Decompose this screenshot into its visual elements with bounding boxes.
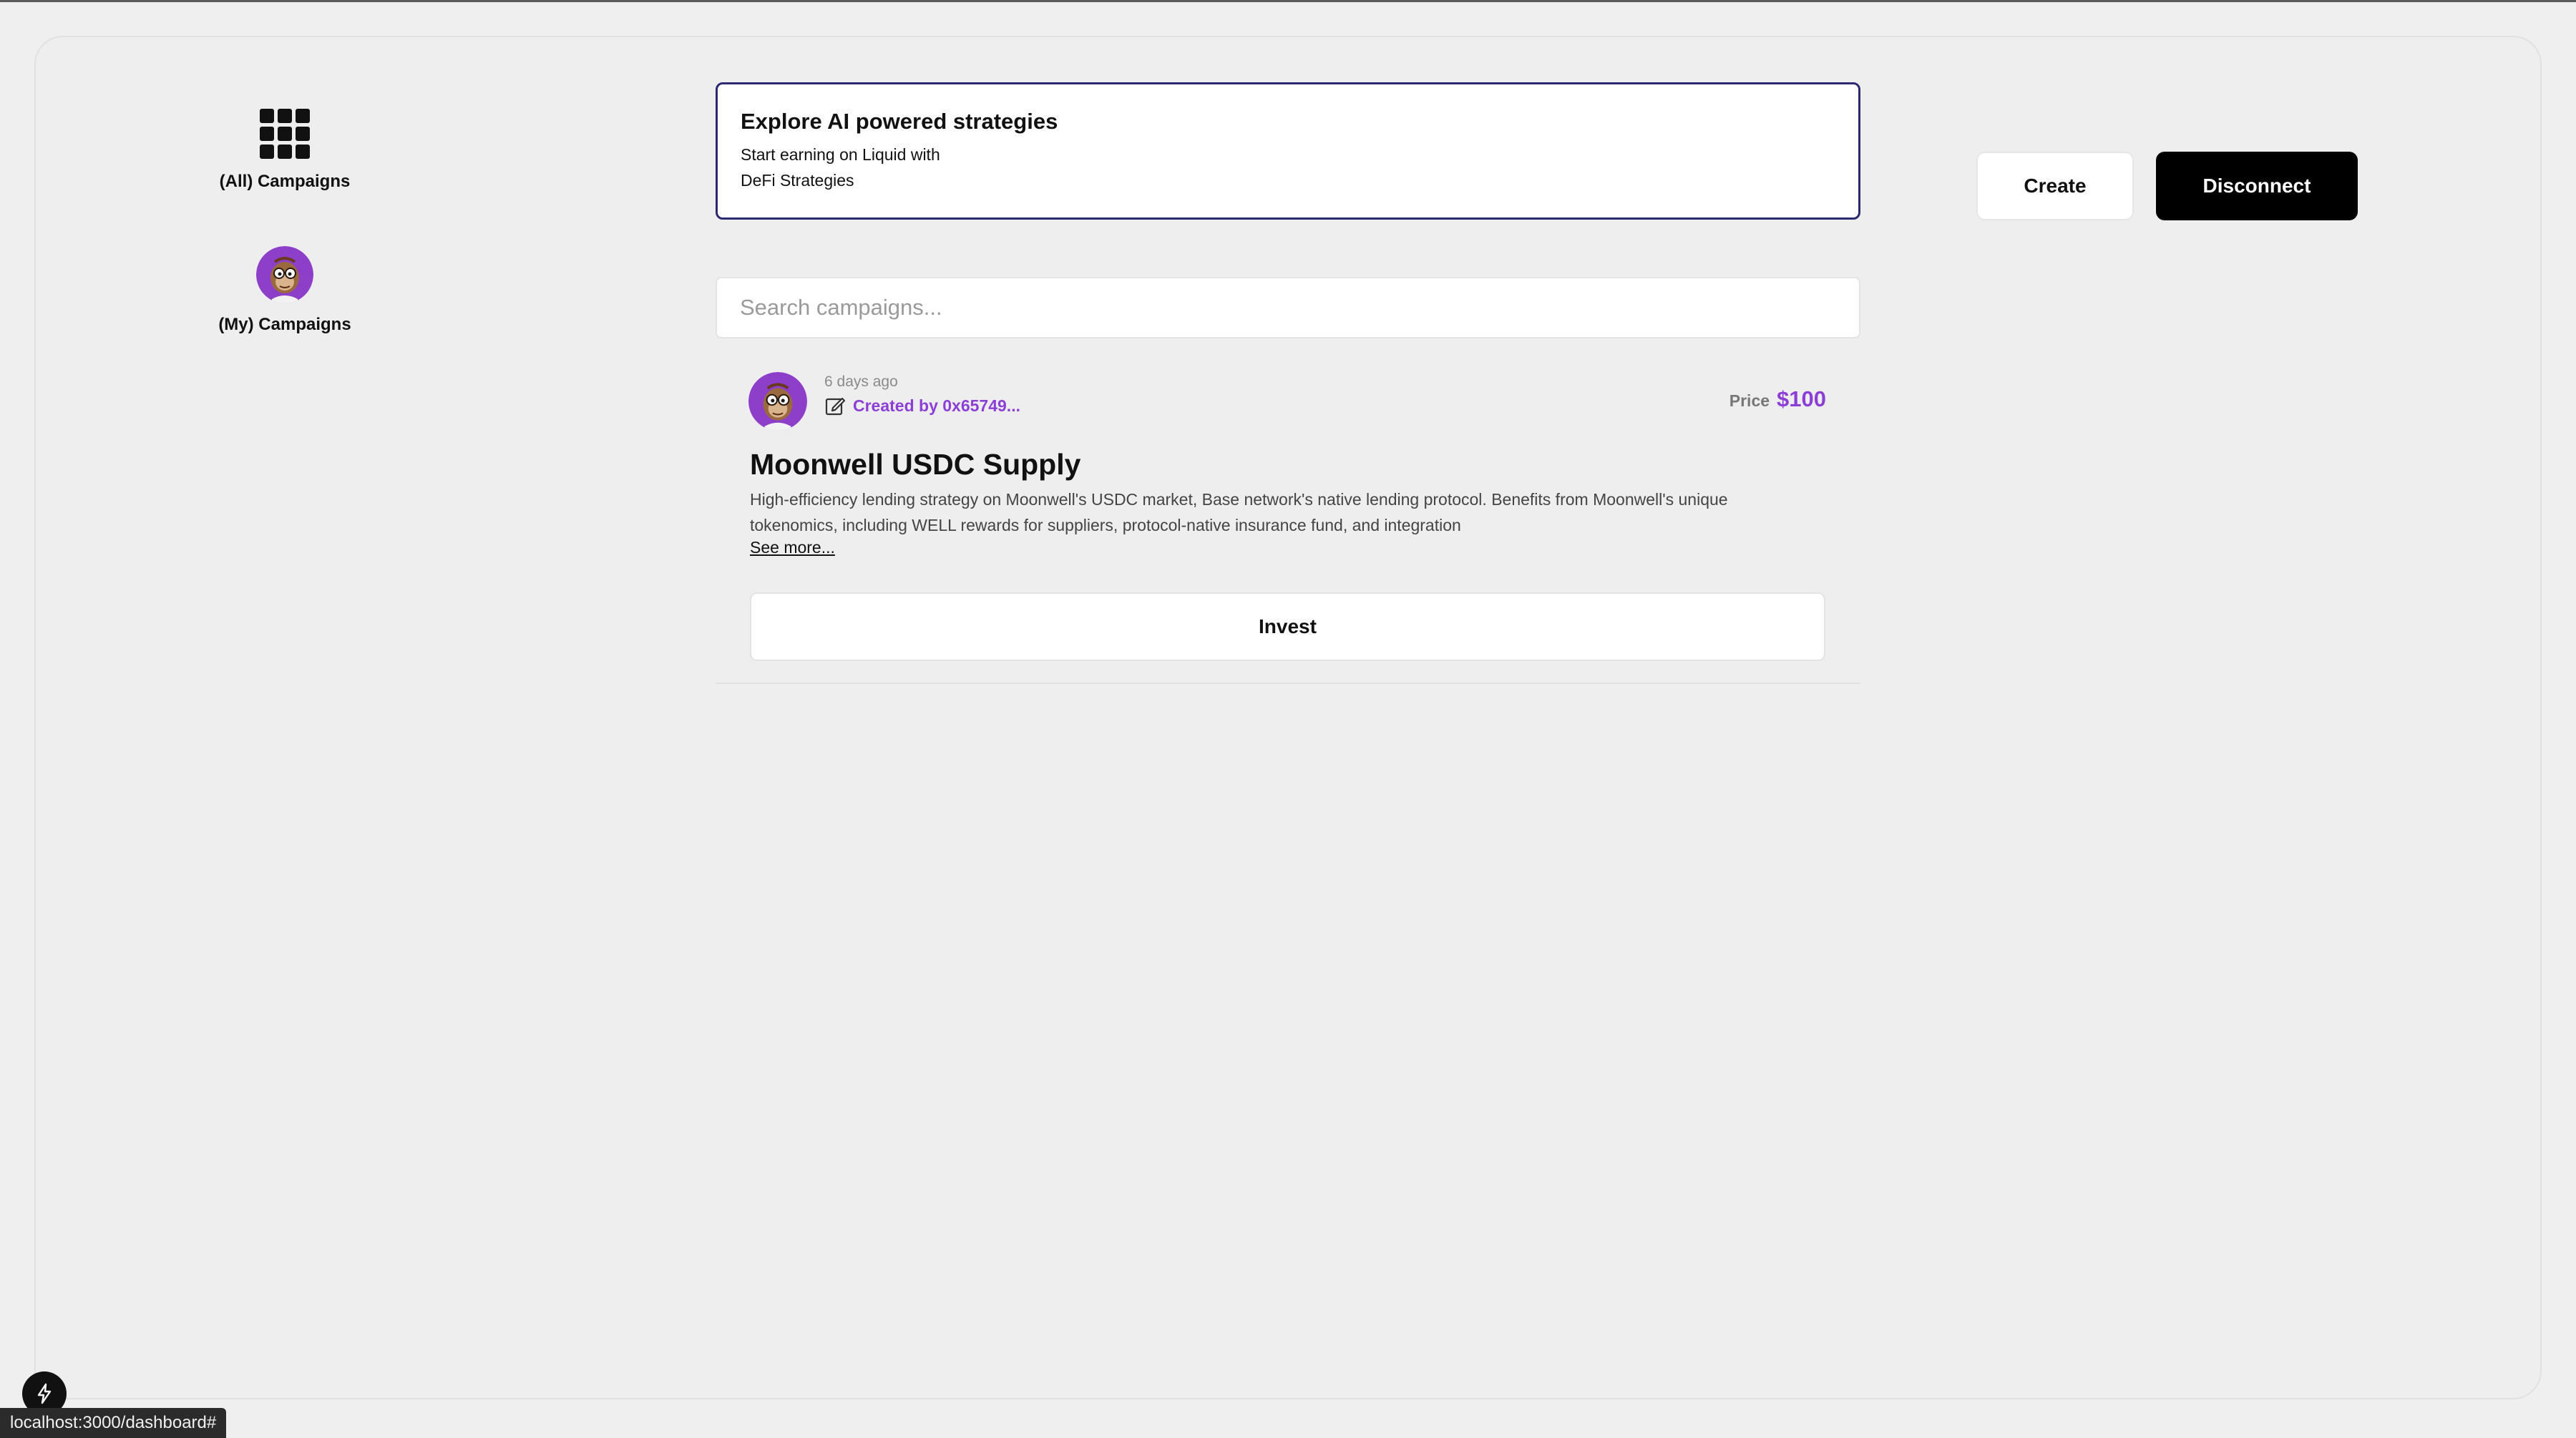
campaign-description: High-efficiency lending strategy on Moon… (750, 490, 1728, 534)
window-top-border (0, 0, 2576, 2)
search-input[interactable] (716, 277, 1860, 338)
price-value: $100 (1777, 386, 1826, 411)
banner-subtitle-line: Start earning on Liquid with (741, 145, 940, 164)
see-more-link[interactable]: See more... (750, 538, 835, 557)
campaign-creator-link[interactable]: Created by 0x65749... (824, 395, 1020, 416)
avatar (256, 246, 313, 303)
create-button[interactable]: Create (1976, 152, 2134, 220)
promo-banner[interactable]: Explore AI powered strategies Start earn… (716, 82, 1860, 220)
sidebar-item-my-campaigns[interactable]: (My) Campaigns (177, 246, 392, 335)
campaign-timestamp: 6 days ago (824, 373, 898, 390)
campaign-price: Price $100 (1729, 386, 1826, 412)
status-bar-url: localhost:3000/dashboard# (0, 1408, 227, 1438)
campaign-title: Moonwell USDC Supply (750, 448, 1081, 481)
creator-label: Created by 0x65749... (853, 396, 1020, 415)
sidebar-item-all-campaigns[interactable]: (All) Campaigns (177, 109, 392, 192)
banner-title: Explore AI powered strategies (741, 109, 1058, 134)
sidebar-item-label: (My) Campaigns (218, 315, 351, 334)
lightning-icon (37, 1383, 52, 1404)
banner-subtitle: Start earning on Liquid with DeFi Strate… (741, 142, 970, 193)
app-frame (34, 36, 2542, 1399)
price-label: Price (1729, 391, 1770, 410)
grid-icon (260, 109, 310, 159)
invest-button[interactable]: Invest (750, 592, 1825, 661)
campaign-card: 6 days ago Created by 0x65749... Price $… (716, 358, 1860, 684)
banner-subtitle-line: DeFi Strategies (741, 171, 854, 190)
avatar[interactable] (748, 372, 807, 431)
sidebar-item-label: (All) Campaigns (219, 172, 351, 191)
disconnect-button[interactable]: Disconnect (2156, 152, 2358, 220)
edit-icon (825, 397, 846, 416)
